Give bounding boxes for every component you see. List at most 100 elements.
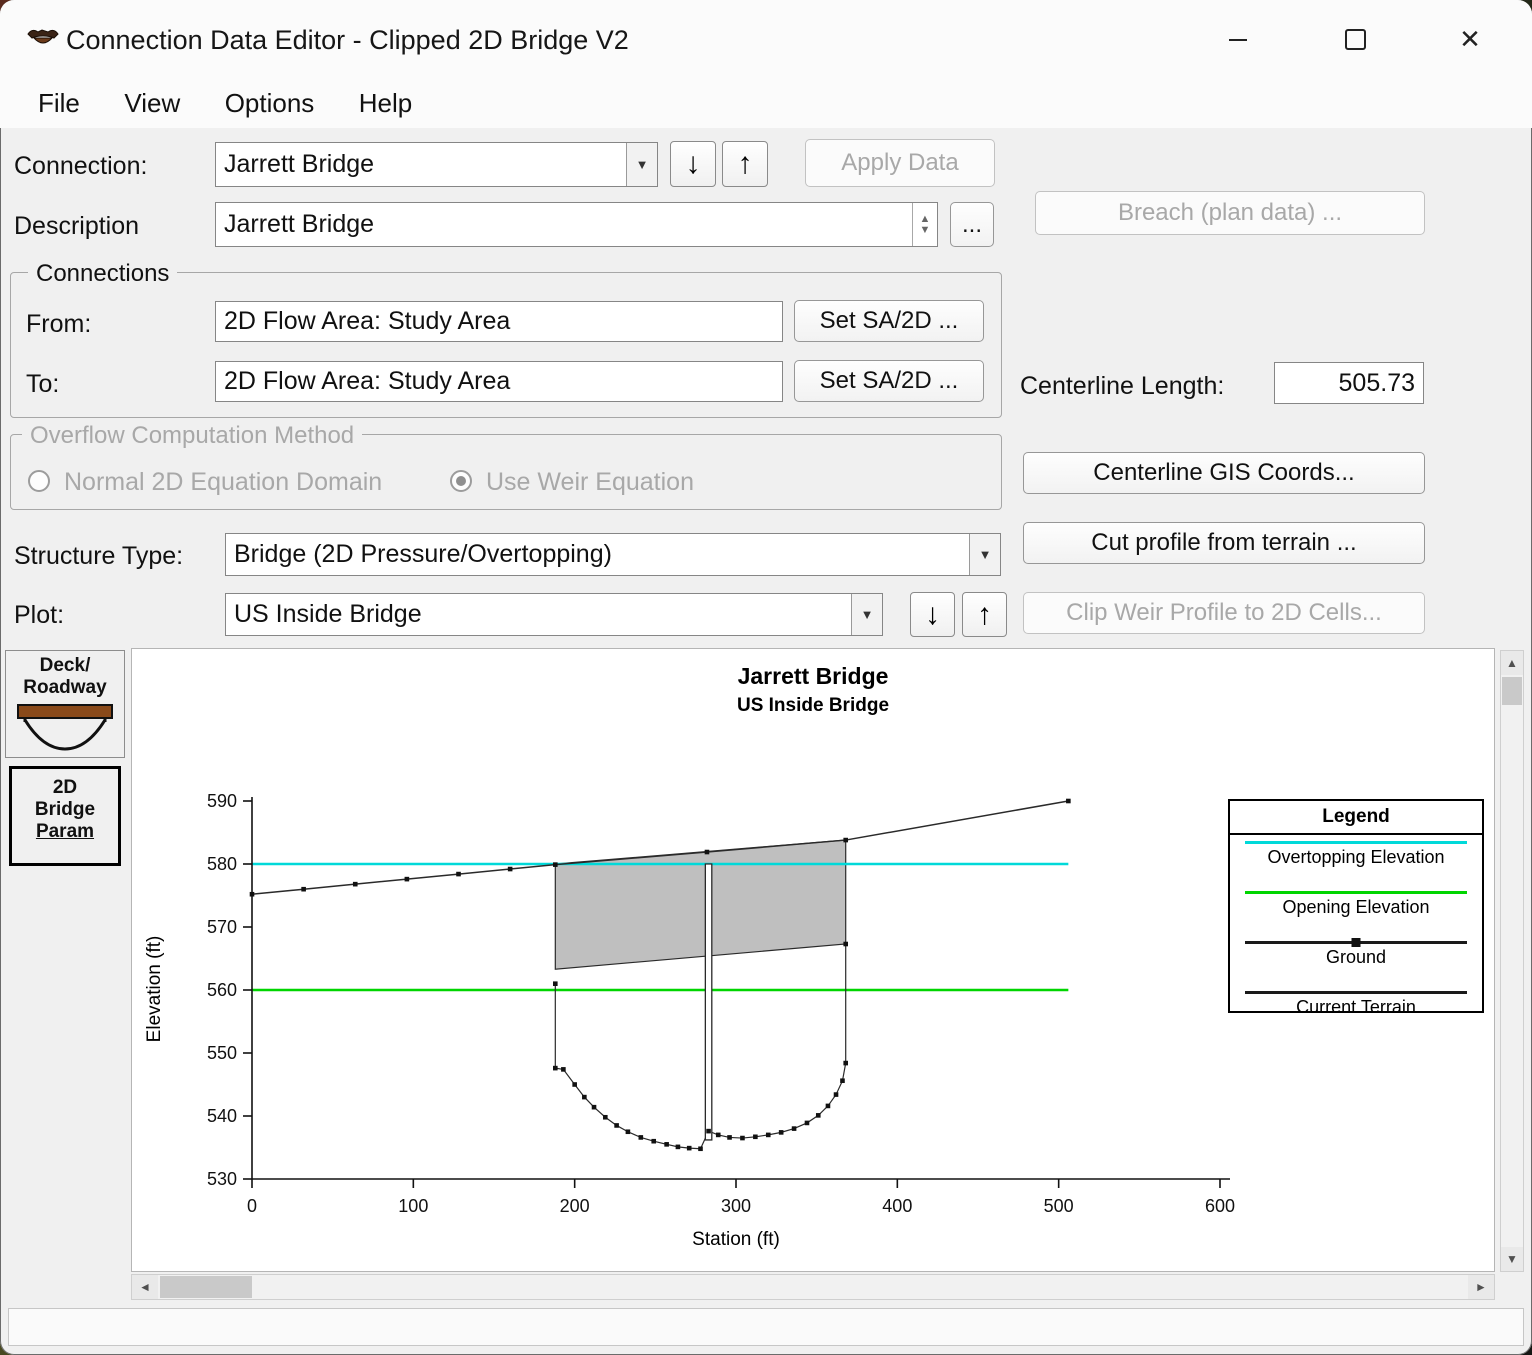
spinner-down-icon: ▼ — [920, 225, 931, 236]
structure-type-combo[interactable]: Bridge (2D Pressure/Overtopping) ▼ — [225, 533, 1001, 576]
breach-plan-data-button[interactable]: Breach (plan data) ... — [1035, 191, 1425, 235]
use-weir-equation-label: Use Weir Equation — [486, 468, 694, 497]
title-bar: Connection Data Editor - Clipped 2D Brid… — [0, 0, 1532, 80]
description-field[interactable]: Jarrett Bridge ▲ ▼ — [215, 202, 938, 247]
scroll-left-icon[interactable]: ◄ — [132, 1275, 158, 1299]
centerline-gis-coords-button[interactable]: Centerline GIS Coords... — [1023, 452, 1425, 494]
chevron-down-icon[interactable]: ▼ — [851, 594, 882, 635]
previous-connection-button[interactable]: ↓ — [670, 141, 716, 187]
next-connection-button[interactable]: ↑ — [722, 141, 768, 187]
param-tab-label-3: Param — [12, 821, 118, 843]
vertical-scrollbar-thumb[interactable] — [1502, 677, 1522, 705]
description-value: Jarrett Bridge — [224, 210, 374, 239]
plot-combo[interactable]: US Inside Bridge ▼ — [225, 593, 883, 636]
maximize-button[interactable] — [1323, 14, 1387, 64]
svg-text:0: 0 — [247, 1196, 257, 1216]
plot-panel: Jarrett Bridge US Inside Bridge Elevatio… — [131, 648, 1495, 1272]
deck-roadway-icon — [13, 701, 117, 753]
legend-box: Legend Overtopping Elevation Opening Ele… — [1228, 799, 1484, 1013]
spinner-up-icon: ▲ — [920, 214, 931, 225]
tab-deck-roadway[interactable]: Deck/ Roadway — [5, 650, 125, 758]
plot-label: Plot: — [14, 601, 64, 630]
svg-text:540: 540 — [207, 1106, 237, 1126]
opening-line-sample — [1245, 891, 1467, 894]
from-field[interactable]: 2D Flow Area: Study Area — [215, 301, 783, 342]
svg-text:570: 570 — [207, 917, 237, 937]
description-more-button[interactable]: ... — [950, 202, 994, 247]
window-title: Connection Data Editor - Clipped 2D Brid… — [66, 0, 629, 80]
close-button[interactable]: ✕ — [1438, 14, 1502, 64]
description-label: Description — [14, 212, 139, 241]
param-tab-label-2: Bridge — [12, 799, 118, 821]
svg-text:530: 530 — [207, 1169, 237, 1189]
svg-text:560: 560 — [207, 980, 237, 1000]
svg-text:580: 580 — [207, 854, 237, 874]
menu-help[interactable]: Help — [339, 80, 432, 128]
svg-text:500: 500 — [1044, 1196, 1074, 1216]
ground-line-sample — [1245, 941, 1467, 944]
svg-text:300: 300 — [721, 1196, 751, 1216]
normal-2d-equation-label: Normal 2D Equation Domain — [64, 468, 382, 497]
arrow-up-icon: ↑ — [738, 147, 753, 181]
connection-data-editor-window: Connection Data Editor - Clipped 2D Brid… — [0, 0, 1532, 1355]
maximize-icon — [1345, 29, 1366, 50]
menu-bar: File View Options Help — [0, 80, 1532, 128]
menu-view[interactable]: View — [104, 80, 200, 128]
connection-label: Connection: — [14, 152, 147, 181]
structure-type-value: Bridge (2D Pressure/Overtopping) — [226, 540, 969, 569]
minimize-button[interactable] — [1206, 14, 1270, 64]
chevron-down-icon[interactable]: ▼ — [969, 534, 1000, 575]
svg-text:590: 590 — [207, 791, 237, 811]
from-value: 2D Flow Area: Study Area — [224, 307, 510, 336]
connection-combo[interactable]: Jarrett Bridge ▼ — [215, 142, 658, 187]
use-weir-equation-radio[interactable] — [450, 470, 472, 492]
plot-combo-value: US Inside Bridge — [226, 600, 851, 629]
param-tab-label-1: 2D — [12, 777, 118, 799]
legend-title: Legend — [1230, 801, 1482, 835]
hec-ras-app-icon — [26, 26, 60, 54]
svg-text:200: 200 — [560, 1196, 590, 1216]
to-label: To: — [26, 370, 59, 399]
legend-item-overtopping: Overtopping Elevation — [1230, 841, 1482, 885]
to-field[interactable]: 2D Flow Area: Study Area — [215, 361, 783, 402]
clip-weir-profile-button[interactable]: Clip Weir Profile to 2D Cells... — [1023, 592, 1425, 634]
overflow-method-group-title: Overflow Computation Method — [22, 422, 362, 450]
scroll-down-icon[interactable]: ▼ — [1501, 1247, 1523, 1271]
status-bar — [8, 1308, 1524, 1346]
legend-item-current-terrain: Current Terrain — [1230, 991, 1482, 1035]
cut-profile-from-terrain-button[interactable]: Cut profile from terrain ... — [1023, 522, 1425, 564]
horizontal-scrollbar-thumb[interactable] — [160, 1276, 252, 1298]
normal-2d-equation-radio[interactable] — [28, 470, 50, 492]
deck-tab-label-2: Roadway — [6, 677, 124, 699]
arrow-up-icon: ↑ — [977, 598, 992, 632]
menu-options[interactable]: Options — [205, 80, 335, 128]
scroll-right-icon[interactable]: ► — [1468, 1275, 1494, 1299]
tab-2d-bridge-param[interactable]: 2D Bridge Param — [9, 766, 121, 866]
minimize-icon — [1229, 39, 1247, 41]
centerline-length-label: Centerline Length: — [1020, 372, 1224, 401]
structure-type-label: Structure Type: — [14, 542, 183, 571]
apply-data-button[interactable]: Apply Data — [805, 139, 995, 187]
arrow-down-icon: ↓ — [686, 147, 701, 181]
to-value: 2D Flow Area: Study Area — [224, 367, 510, 396]
plot-next-button[interactable]: ↑ — [962, 592, 1007, 637]
description-spinner[interactable]: ▲ ▼ — [912, 203, 937, 246]
menu-file[interactable]: File — [18, 80, 100, 128]
connection-combo-value: Jarrett Bridge — [216, 150, 626, 179]
svg-text:400: 400 — [882, 1196, 912, 1216]
svg-text:600: 600 — [1205, 1196, 1235, 1216]
current-terrain-line-sample — [1245, 991, 1467, 994]
scroll-up-icon[interactable]: ▲ — [1501, 651, 1523, 675]
connections-group-title: Connections — [28, 260, 177, 288]
chevron-down-icon[interactable]: ▼ — [626, 143, 657, 186]
plot-previous-button[interactable]: ↓ — [910, 592, 955, 637]
set-sa2d-to-button[interactable]: Set SA/2D ... — [794, 360, 984, 402]
svg-text:550: 550 — [207, 1043, 237, 1063]
horizontal-scrollbar[interactable]: ◄ ► — [131, 1274, 1495, 1300]
ground-marker-icon — [1352, 938, 1361, 947]
set-sa2d-from-button[interactable]: Set SA/2D ... — [794, 300, 984, 342]
vertical-scrollbar[interactable]: ▲ ▼ — [1500, 650, 1524, 1272]
deck-tab-label-1: Deck/ — [6, 655, 124, 677]
overtopping-line-sample — [1245, 841, 1467, 844]
svg-text:100: 100 — [398, 1196, 428, 1216]
